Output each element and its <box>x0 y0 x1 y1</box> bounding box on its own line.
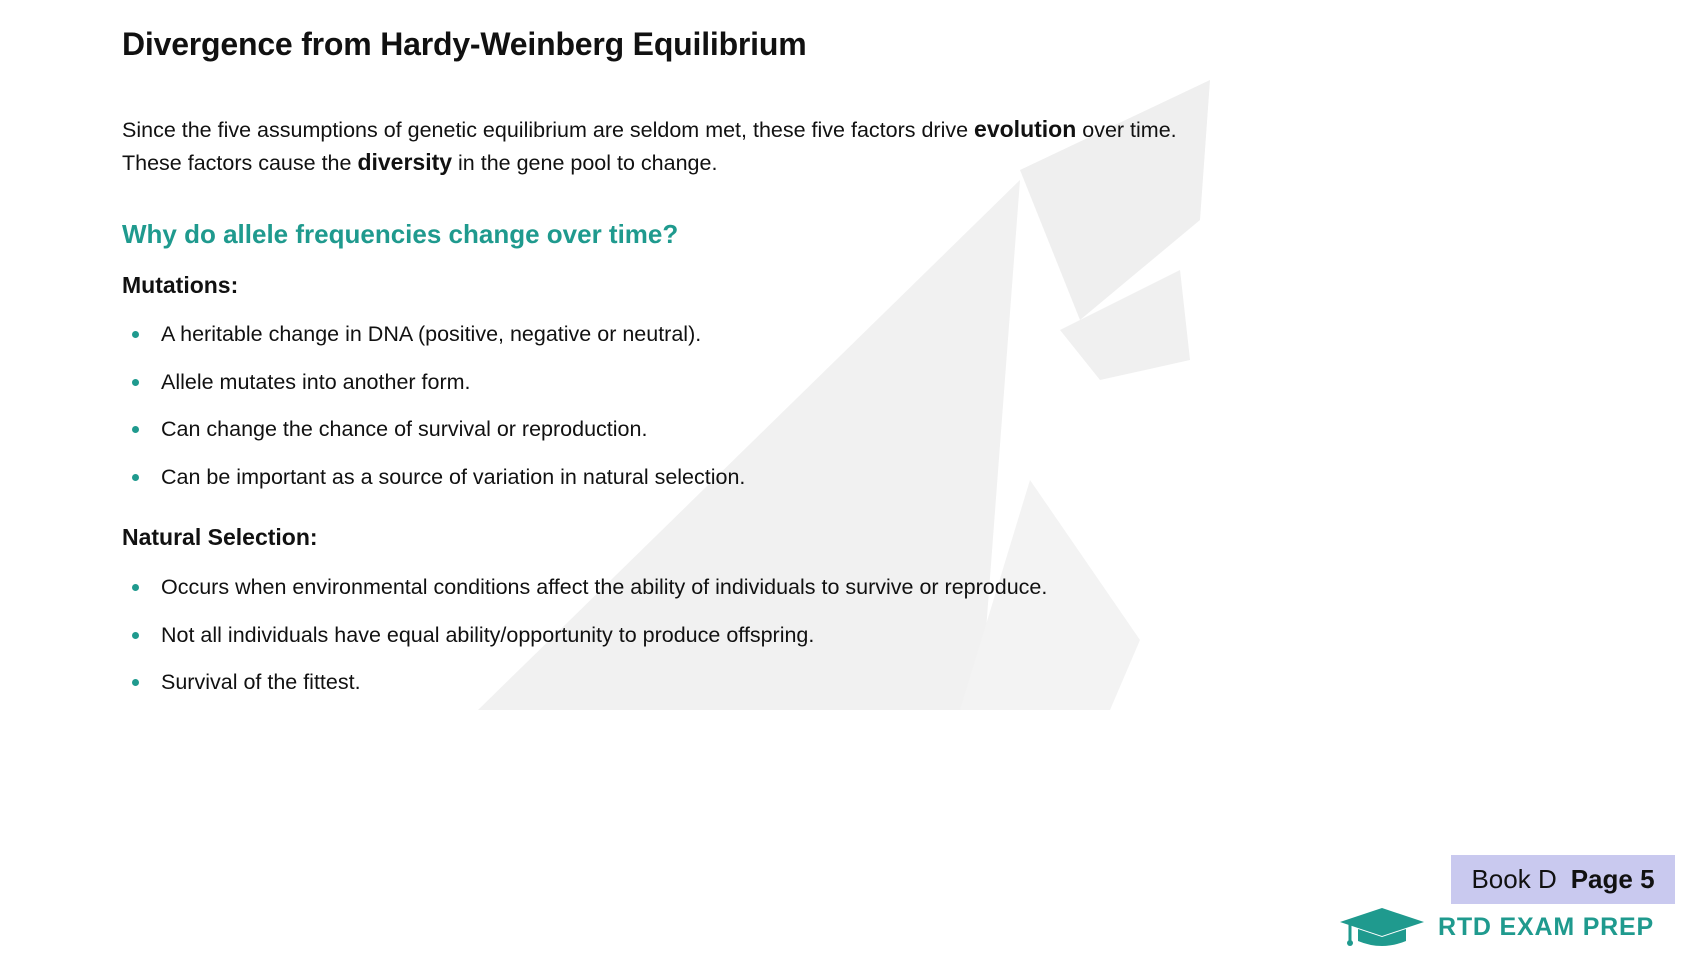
bullet-icon <box>132 679 139 686</box>
logo-text: RTD EXAM PREP <box>1438 912 1654 941</box>
bullet-icon <box>132 378 139 386</box>
intro-paragraph: Since the five assumptions of genetic eq… <box>122 116 1177 175</box>
mutations-heading: Mutations: <box>122 272 239 298</box>
page-badge: Book D Page 5 <box>1451 855 1675 904</box>
keyword-diversity: diversity <box>357 149 453 175</box>
section-question: Why do allele frequencies change over ti… <box>122 219 679 249</box>
bullet-icon <box>132 331 139 338</box>
slide-title: Divergence from Hardy-Weinberg Equilibri… <box>122 26 807 62</box>
book-label: Book D <box>1471 864 1557 894</box>
brand-logo: RTD EXAM PREP <box>1340 905 1654 949</box>
bullet-icon <box>132 426 139 433</box>
bullet-icon <box>132 631 139 639</box>
graduation-cap-icon <box>1340 908 1424 946</box>
keyword-evolution: evolution <box>974 116 1077 142</box>
natural-selection-heading: Natural Selection: <box>122 524 318 550</box>
bullet-icon <box>132 584 139 591</box>
bullet-icon <box>132 473 139 481</box>
page-number: Page 5 <box>1570 864 1655 894</box>
